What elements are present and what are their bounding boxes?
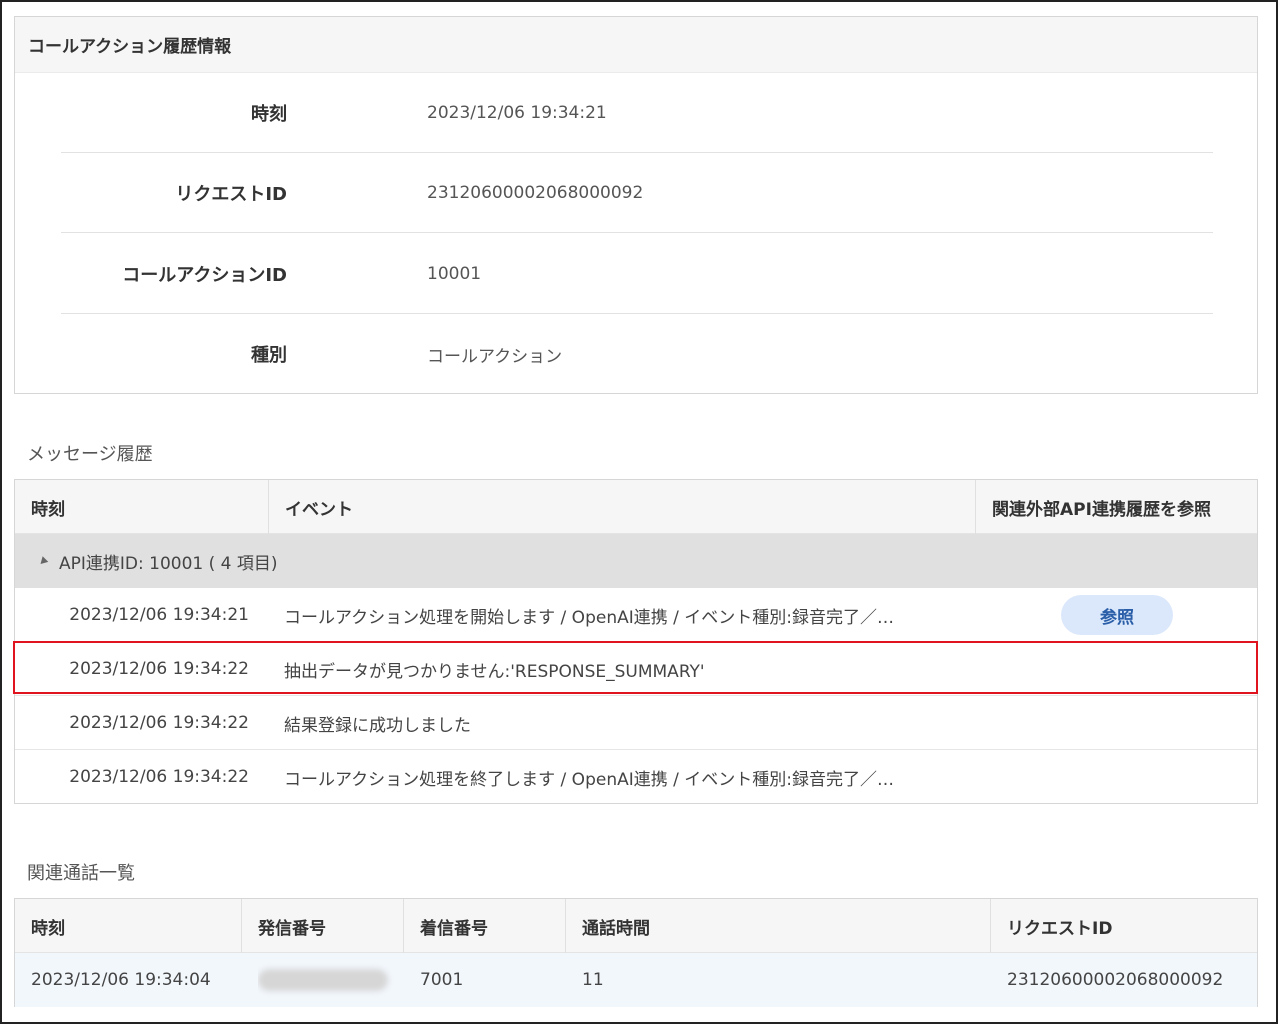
message-history-title: メッセージ履歴	[27, 444, 153, 465]
info-value: 10001	[427, 263, 482, 284]
group-row-api-link[interactable]: API連携ID: 10001 ( 4 項目)	[15, 534, 1257, 588]
grid-header: 時刻 イベント 関連外部API連携履歴を参照	[15, 480, 1257, 534]
call-action-history-panel: コールアクション履歴情報 時刻 2023/12/06 19:34:21 リクエス…	[14, 16, 1258, 394]
grid-header: 時刻 発信番号 着信番号 通話時間 リクエストID	[15, 899, 1257, 953]
info-value: 23120600002068000092	[427, 182, 644, 203]
related-calls-title: 関連通話一覧	[27, 863, 135, 884]
cell-time: 2023/12/06 19:34:22	[69, 713, 249, 733]
info-label: 種別	[251, 345, 287, 366]
cell-time: 2023/12/06 19:34:22	[69, 767, 249, 787]
table-row[interactable]: 2023/12/06 19:34:22 結果登録に成功しました	[15, 696, 1257, 750]
column-header-callee[interactable]: 着信番号	[404, 899, 566, 953]
table-row[interactable]: 2023/12/06 19:34:22 抽出データが見つかりません:'RESPO…	[15, 642, 1257, 696]
collapse-triangle-icon[interactable]	[37, 555, 49, 567]
cell-event: コールアクション処理を終了します / OpenAI連携 / イベント種別:録音完…	[284, 769, 894, 790]
cell-event: 結果登録に成功しました	[284, 715, 471, 736]
cell-ref: 参照	[975, 588, 1259, 642]
info-row-request-id: リクエストID 23120600002068000092	[61, 153, 1213, 233]
related-calls-grid: 時刻 発信番号 着信番号 通話時間 リクエストID 2023/12/06 19:…	[14, 898, 1258, 1007]
cell-duration: 11	[582, 970, 604, 990]
cell-callee: 7001	[420, 970, 464, 990]
cell-event: 抽出データが見つかりません:'RESPONSE_SUMMARY'	[284, 661, 705, 682]
column-header-request-id[interactable]: リクエストID	[991, 899, 1259, 953]
info-value: 2023/12/06 19:34:21	[427, 102, 607, 123]
info-label: コールアクションID	[122, 264, 287, 286]
info-row-call-action-id: コールアクションID 10001	[61, 234, 1213, 314]
panel-title: コールアクション履歴情報	[15, 17, 1257, 73]
cell-time: 2023/12/06 19:34:22	[69, 659, 249, 679]
column-header-duration[interactable]: 通話時間	[566, 899, 991, 953]
table-row[interactable]: 2023/12/06 19:34:21 コールアクション処理を開始します / O…	[15, 588, 1257, 642]
column-header-time[interactable]: 時刻	[15, 480, 269, 534]
table-row[interactable]: 2023/12/06 19:34:22 コールアクション処理を終了します / O…	[15, 750, 1257, 804]
info-label: 時刻	[251, 103, 287, 125]
cell-caller	[258, 953, 404, 1007]
reference-button[interactable]: 参照	[1061, 595, 1173, 635]
redacted-caller-number	[258, 969, 388, 991]
cell-time: 2023/12/06 19:34:04	[31, 970, 211, 990]
cell-time: 2023/12/06 19:34:21	[69, 605, 249, 625]
column-header-caller[interactable]: 発信番号	[242, 899, 404, 953]
message-history-grid: 時刻 イベント 関連外部API連携履歴を参照 API連携ID: 10001 ( …	[14, 479, 1258, 804]
info-label: リクエストID	[175, 183, 287, 205]
info-value: コールアクション	[427, 346, 563, 367]
table-row[interactable]: 2023/12/06 19:34:04 7001 11 231206000020…	[15, 953, 1257, 1007]
cell-request-id: 23120600002068000092	[1007, 970, 1224, 990]
column-header-event[interactable]: イベント	[269, 480, 976, 534]
column-header-time[interactable]: 時刻	[15, 899, 242, 953]
cell-event: コールアクション処理を開始します / OpenAI連携 / イベント種別:録音完…	[284, 607, 894, 628]
info-row-type: 種別 コールアクション	[61, 314, 1213, 394]
info-row-time: 時刻 2023/12/06 19:34:21	[61, 73, 1213, 153]
column-header-related-api[interactable]: 関連外部API連携履歴を参照	[976, 480, 1259, 534]
group-label: API連携ID: 10001 ( 4 項目)	[59, 553, 278, 574]
